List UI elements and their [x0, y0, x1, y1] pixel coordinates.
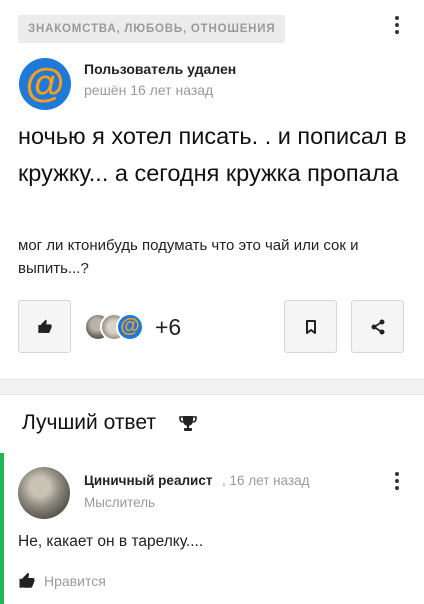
answerer-rank: Мыслитель — [84, 495, 156, 510]
best-answer-accent — [0, 453, 4, 604]
like-answer-button[interactable]: Нравится — [18, 571, 106, 591]
like-answer-label: Нравится — [44, 573, 106, 589]
question-card: ЗНАКОМСТВА, ЛЮБОВЬ, ОТНОШЕНИЯ @ Пользова… — [0, 0, 424, 380]
question-text: мог ли ктонибудь подумать что это чай ил… — [18, 237, 359, 277]
bookmark-button[interactable] — [284, 300, 337, 353]
likes-count[interactable]: +6 — [155, 313, 181, 341]
answer-text: Не, какает он в тарелку.... — [18, 533, 204, 550]
question-status: решён 16 лет назад — [84, 82, 214, 98]
author-name[interactable]: Пользователь удален — [84, 61, 236, 77]
question-title: ночью я хотел писать. . и пописал в круж… — [18, 123, 407, 186]
answer-menu-icon[interactable] — [387, 471, 407, 491]
share-button[interactable] — [351, 300, 404, 353]
liker-avatar: @ — [116, 313, 144, 341]
answer-date: , 16 лет назад — [222, 473, 310, 488]
best-answer-heading: Лучший ответ — [22, 411, 156, 434]
bookmark-icon — [305, 319, 316, 334]
like-button[interactable] — [18, 300, 71, 353]
mail-ru-at-icon: @ — [120, 315, 140, 337]
trophy-icon — [179, 416, 197, 431]
author-avatar[interactable]: @ — [19, 58, 71, 110]
mail-ru-at-icon: @ — [25, 60, 65, 105]
best-answer-card: Лучший ответ Циничный реалист , 16 лет н… — [0, 394, 424, 604]
thumbs-up-icon — [37, 319, 52, 333]
liker-avatars[interactable]: @ — [84, 313, 154, 341]
thumbs-up-icon — [19, 572, 35, 588]
question-menu-icon[interactable] — [387, 15, 407, 35]
answerer-name[interactable]: Циничный реалист — [84, 473, 212, 488]
category-tag[interactable]: ЗНАКОМСТВА, ЛЮБОВЬ, ОТНОШЕНИЯ — [18, 15, 286, 43]
share-icon — [371, 319, 384, 334]
answerer-avatar[interactable] — [18, 467, 70, 519]
